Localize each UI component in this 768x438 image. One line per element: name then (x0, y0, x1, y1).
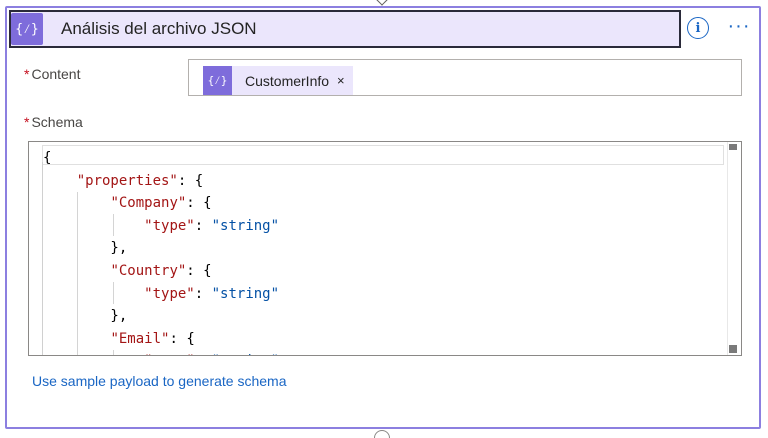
code-line: { (43, 150, 52, 166)
top-connector-arrow-icon (376, 0, 388, 6)
required-asterisk: * (24, 66, 30, 82)
schema-label-text: Schema (31, 114, 83, 130)
more-options-icon[interactable]: ··· (725, 14, 753, 38)
code-line: "properties": { (76, 172, 204, 189)
code-line: }, (43, 308, 128, 325)
token-label: CustomerInfo (245, 72, 330, 89)
json-parse-icon: {⁄} (11, 13, 43, 45)
token-remove-icon[interactable]: × (337, 73, 345, 88)
schema-editor[interactable]: { "properties": { "Company": { "type": "… (28, 141, 742, 356)
dynamic-content-token[interactable]: {⁄} CustomerInfo × (203, 66, 353, 95)
bottom-connector-icon (374, 430, 390, 438)
scroll-down-marker[interactable] (729, 345, 737, 353)
code-line: "type": "string" (43, 350, 279, 355)
required-asterisk: * (24, 114, 30, 130)
schema-code[interactable]: { "properties": { "Company": { "type": "… (43, 147, 280, 355)
vertical-scrollbar[interactable] (727, 142, 741, 355)
action-header[interactable]: {⁄} Análisis del archivo JSON (9, 10, 681, 48)
content-label-text: Content (31, 66, 81, 82)
code-line: }, (43, 240, 128, 257)
token-json-icon: {⁄} (203, 66, 232, 95)
schema-label: * Schema (24, 114, 83, 130)
action-title[interactable]: Análisis del archivo JSON (61, 19, 257, 39)
code-line: "Company": { (110, 195, 212, 212)
code-line: "Email": { (110, 330, 195, 347)
generate-schema-link[interactable]: Use sample payload to generate schema (32, 373, 286, 389)
content-label: * Content (24, 66, 81, 82)
scroll-up-marker[interactable] (729, 144, 737, 150)
code-line: "type": "string" (144, 217, 280, 234)
code-line: "type": "string" (144, 285, 280, 302)
content-input[interactable]: {⁄} CustomerInfo × (188, 59, 742, 96)
code-line: "Country": { (110, 262, 212, 279)
action-card: {⁄} Análisis del archivo JSON i ··· * Con… (5, 6, 761, 429)
info-icon[interactable]: i (687, 17, 709, 39)
